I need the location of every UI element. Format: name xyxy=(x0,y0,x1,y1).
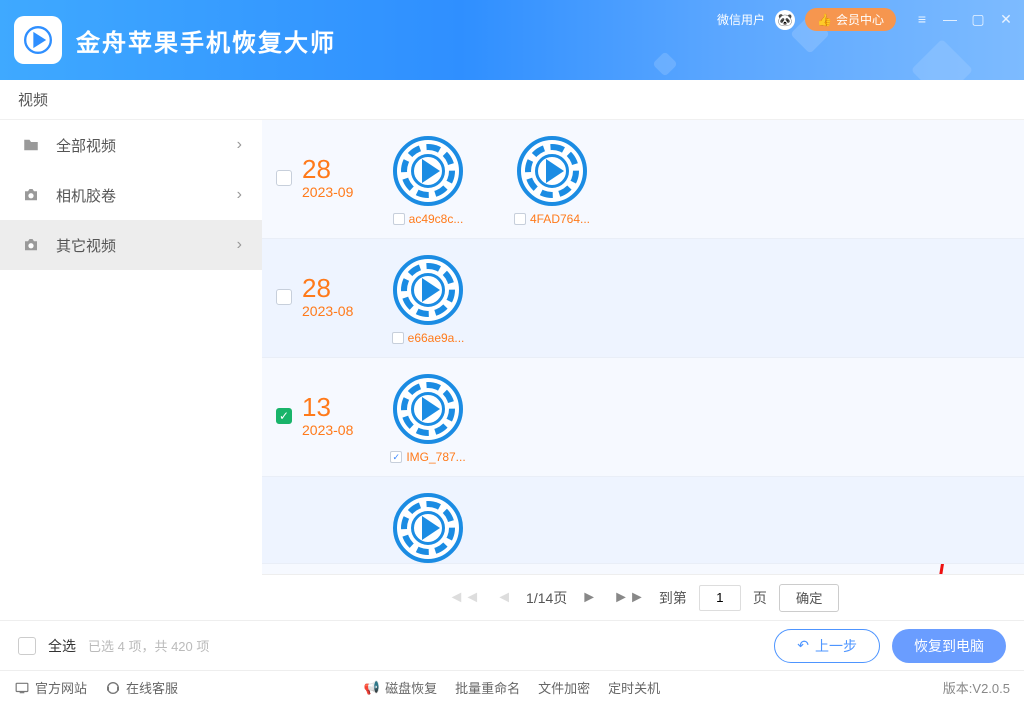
video-thumb-name[interactable]: 4FAD764... xyxy=(514,212,590,226)
video-thumb-image xyxy=(517,136,587,206)
app-logo xyxy=(14,16,62,64)
date-group: 282023-09 ac49c8c... 4FAD764... xyxy=(262,120,1024,239)
select-all-label[interactable]: 全选 xyxy=(48,636,76,656)
thumb-checkbox[interactable] xyxy=(393,213,405,225)
online-service-link[interactable]: 在线客服 xyxy=(105,678,178,697)
chevron-right-icon: › xyxy=(237,186,242,204)
video-thumb[interactable] xyxy=(386,493,470,563)
date-group xyxy=(262,477,1024,564)
page-last-icon[interactable]: ►► xyxy=(611,589,647,607)
paginator: ◄◄ ◄ 1/14页 ► ►► 到第 页 确定 xyxy=(262,574,1024,620)
group-date: 282023-09 xyxy=(302,156,386,200)
selection-bar: 全选 已选 4 项，共 420 项 ↶ 上一步 恢复到电脑 xyxy=(0,620,1024,670)
undo-icon: ↶ xyxy=(797,637,809,654)
minimize-icon[interactable]: ― xyxy=(942,11,958,28)
megaphone-icon: 📢 xyxy=(364,680,380,696)
disk-recover-link[interactable]: 📢 磁盘恢复 xyxy=(364,678,437,697)
chevron-right-icon: › xyxy=(237,236,242,254)
goto-label: 到第 xyxy=(659,588,687,608)
camera-icon xyxy=(20,186,42,204)
app-title: 金舟苹果手机恢复大师 xyxy=(76,23,336,58)
video-thumb[interactable]: ac49c8c... xyxy=(386,136,470,226)
video-thumb[interactable]: IMG_787... xyxy=(386,374,470,464)
page-confirm-button[interactable]: 确定 xyxy=(779,584,840,612)
sidebar-item-2[interactable]: 其它视频 › xyxy=(0,220,262,270)
file-encrypt-link[interactable]: 文件加密 xyxy=(538,678,590,697)
official-site-link[interactable]: 官方网站 xyxy=(14,678,87,697)
user-avatar-icon[interactable]: 🐼 xyxy=(775,10,795,30)
video-thumb-name[interactable]: e66ae9a... xyxy=(392,331,465,345)
group-checkbox[interactable] xyxy=(276,289,292,305)
status-bar: 官方网站 在线客服 📢 磁盘恢复 批量重命名 文件加密 定时关机 版本:V2.0… xyxy=(0,670,1024,704)
app-header: 金舟苹果手机恢复大师 微信用户 🐼 👍 会员中心 ≡ ― ▢ ✕ xyxy=(0,0,1024,80)
content-area: 282023-09 ac49c8c... 4FAD764... 282023-08 e6… xyxy=(262,120,1024,620)
page-first-icon[interactable]: ◄◄ xyxy=(447,589,483,607)
date-group: 282023-08 e66ae9a... xyxy=(262,239,1024,358)
video-thumb-name[interactable]: IMG_787... xyxy=(390,450,465,464)
group-checkbox[interactable]: ✓ xyxy=(276,408,292,424)
sidebar-item-label: 其它视频 xyxy=(56,235,223,256)
menu-icon[interactable]: ≡ xyxy=(914,11,930,28)
chevron-right-icon: › xyxy=(237,136,242,154)
prev-step-button[interactable]: ↶ 上一步 xyxy=(774,629,880,663)
video-thumb-image xyxy=(393,493,463,563)
sidebar-item-label: 相机胶卷 xyxy=(56,185,223,206)
sidebar-item-0[interactable]: 全部视频 › xyxy=(0,120,262,170)
member-center-button[interactable]: 👍 会员中心 xyxy=(805,8,896,31)
select-all-checkbox[interactable] xyxy=(18,637,36,655)
sidebar-item-label: 全部视频 xyxy=(56,135,223,156)
camera-icon xyxy=(20,236,42,254)
group-checkbox[interactable] xyxy=(276,170,292,186)
folder-icon xyxy=(20,136,42,154)
sidebar-item-1[interactable]: 相机胶卷 › xyxy=(0,170,262,220)
selection-info: 已选 4 项，共 420 项 xyxy=(88,636,209,655)
close-icon[interactable]: ✕ xyxy=(998,11,1014,28)
header-decoration xyxy=(652,51,677,76)
thumb-checkbox[interactable] xyxy=(392,332,404,344)
recover-button[interactable]: 恢复到电脑 xyxy=(892,629,1006,663)
user-label[interactable]: 微信用户 xyxy=(717,11,765,28)
video-thumb-image xyxy=(393,136,463,206)
section-title: 视频 xyxy=(0,80,1024,120)
video-thumb-name[interactable]: ac49c8c... xyxy=(393,212,464,226)
page-next-icon[interactable]: ► xyxy=(579,589,599,607)
page-input[interactable] xyxy=(699,585,741,611)
video-thumb[interactable]: 4FAD764... xyxy=(510,136,594,226)
group-date: 132023-08 xyxy=(302,394,386,438)
version-label: 版本:V2.0.5 xyxy=(943,678,1010,697)
maximize-icon[interactable]: ▢ xyxy=(970,11,986,28)
video-thumb-image xyxy=(393,255,463,325)
page-unit: 页 xyxy=(753,588,767,608)
video-thumb[interactable]: e66ae9a... xyxy=(386,255,470,345)
sidebar: 全部视频 › 相机胶卷 › 其它视频 › xyxy=(0,120,262,620)
page-prev-icon[interactable]: ◄ xyxy=(494,589,514,607)
group-date: 282023-08 xyxy=(302,275,386,319)
thumb-checkbox[interactable] xyxy=(514,213,526,225)
video-thumb-image xyxy=(393,374,463,444)
thumbs-up-icon: 👍 xyxy=(817,13,832,27)
timed-shutdown-link[interactable]: 定时关机 xyxy=(608,678,660,697)
page-label: 1/14页 xyxy=(526,588,567,608)
thumb-checkbox[interactable] xyxy=(390,451,402,463)
batch-rename-link[interactable]: 批量重命名 xyxy=(455,678,520,697)
date-group: ✓ 132023-08 IMG_787... xyxy=(262,358,1024,477)
